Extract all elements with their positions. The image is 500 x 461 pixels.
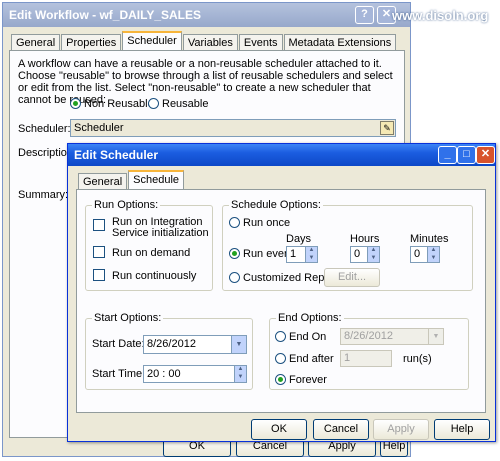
end-on-radio[interactable]: End On xyxy=(275,331,326,343)
checkbox xyxy=(93,269,105,281)
run-options-group: Run Options: Run on Integration Service i… xyxy=(85,199,213,291)
forever-radio[interactable]: Forever xyxy=(275,374,327,386)
days-stepper[interactable]: 1 ▲ ▼ xyxy=(286,246,318,263)
start-date-label: Start Date: xyxy=(92,338,145,350)
watermark-text: www.disoln.org xyxy=(392,8,489,23)
end-after-label: End after xyxy=(289,353,334,365)
radio-unselected xyxy=(148,98,159,109)
edit-scheduler-titlebar[interactable]: Edit Scheduler xyxy=(68,144,495,166)
end-options-group: End Options: End On 8/26/2012 ▼ End afte… xyxy=(269,312,469,390)
run-continuously-label: Run continuously xyxy=(112,270,197,282)
start-time-stepper[interactable]: 20 : 00 ▲ ▼ xyxy=(143,365,247,383)
radio-selected xyxy=(229,248,240,259)
minutes-label: Minutes xyxy=(410,233,449,245)
radio-selected xyxy=(275,374,286,385)
cancel-button[interactable]: Cancel xyxy=(313,419,369,440)
chevron-down-icon[interactable]: ▼ xyxy=(231,336,246,353)
minutes-stepper[interactable]: 0 ▲ ▼ xyxy=(410,246,440,263)
run-on-demand-checkbox[interactable] xyxy=(93,246,105,261)
tab-metadata-extensions[interactable]: Metadata Extensions xyxy=(283,34,397,50)
start-options-group: Start Options: Start Date: 8/26/2012 ▼ S… xyxy=(85,312,253,390)
radio-unselected xyxy=(275,353,286,364)
checkbox xyxy=(93,219,105,231)
tab-general[interactable]: General xyxy=(78,173,128,189)
tab-events[interactable]: Events xyxy=(238,34,283,50)
reusable-label: Reusable xyxy=(162,98,209,110)
scheduler-field[interactable]: Scheduler xyxy=(70,119,396,137)
end-options-title: End Options: xyxy=(276,312,344,324)
help-icon[interactable]: ? xyxy=(355,6,374,24)
tab-schedule[interactable]: Schedule xyxy=(128,170,185,189)
help-button[interactable]: Help xyxy=(434,419,490,440)
radio-unselected xyxy=(229,272,240,283)
radio-unselected xyxy=(229,217,240,228)
start-time-label: Start Time: xyxy=(92,368,146,380)
run-on-integration-label: Run on Integration Service initialization xyxy=(112,216,209,239)
end-after-runs-field[interactable]: 1 xyxy=(340,350,392,367)
start-date-dropdown[interactable]: 8/26/2012 ▼ xyxy=(143,335,247,354)
run-on-demand-label: Run on demand xyxy=(112,247,191,259)
dialog-title: Edit Scheduler xyxy=(74,148,159,162)
end-after-radio[interactable]: End after xyxy=(275,353,334,365)
non-reusable-label: Non Reusable xyxy=(84,98,154,110)
forever-label: Forever xyxy=(289,374,327,386)
run-once-label: Run once xyxy=(243,217,291,229)
schedule-options-group: Schedule Options: Run once Days Hours Mi… xyxy=(222,199,473,291)
radio-unselected xyxy=(275,331,286,342)
tab-properties[interactable]: Properties xyxy=(61,34,122,50)
close-icon[interactable]: ✕ xyxy=(476,146,495,164)
minimize-icon[interactable]: _ xyxy=(438,146,457,164)
edit-repeat-button[interactable]: Edit... xyxy=(324,268,380,287)
maximize-icon[interactable]: □ xyxy=(457,146,476,164)
window-title: Edit Workflow - wf_DAILY_SALES xyxy=(9,8,202,22)
edit-workflow-titlebar[interactable]: Edit Workflow - wf_DAILY_SALES xyxy=(3,3,410,27)
summary-label: Summary: xyxy=(18,189,69,201)
scheduler-label: Scheduler: xyxy=(18,123,71,135)
tab-general[interactable]: General xyxy=(11,34,61,50)
tab-variables[interactable]: Variables xyxy=(182,34,238,50)
reusable-radio[interactable]: Reusable xyxy=(148,98,208,110)
radio-selected xyxy=(70,98,81,109)
chevron-down-icon[interactable]: ▼ xyxy=(428,329,443,344)
edit-scheduler-icon[interactable]: ✎ xyxy=(380,121,394,135)
run-on-integration-checkbox[interactable] xyxy=(93,219,105,234)
spinner-arrows[interactable]: ▲ ▼ xyxy=(367,247,379,262)
run-continuously-checkbox[interactable] xyxy=(93,269,105,284)
runs-label: run(s) xyxy=(403,353,432,365)
ok-button[interactable]: OK xyxy=(251,419,307,440)
edit-scheduler-dialog: Edit Scheduler _ □ ✕ General Schedule Ru… xyxy=(67,143,496,442)
spinner-arrows[interactable]: ▲ ▼ xyxy=(305,247,317,262)
schedule-options-title: Schedule Options: xyxy=(229,199,323,211)
schedule-tab-panel: Run Options: Run on Integration Service i… xyxy=(76,189,486,413)
checkbox xyxy=(93,246,105,258)
apply-button[interactable]: Apply xyxy=(373,419,429,440)
run-every-radio[interactable]: Run every xyxy=(229,248,293,260)
days-label: Days xyxy=(286,233,312,245)
hours-label: Hours xyxy=(350,233,380,245)
spinner-arrows[interactable]: ▲ ▼ xyxy=(234,366,246,382)
start-options-title: Start Options: xyxy=(92,312,164,324)
run-options-title: Run Options: xyxy=(92,199,161,211)
hours-stepper[interactable]: 0 ▲ ▼ xyxy=(350,246,380,263)
spinner-arrows[interactable]: ▲ ▼ xyxy=(427,247,439,262)
end-on-label: End On xyxy=(289,331,327,343)
tab-scheduler[interactable]: Scheduler xyxy=(122,31,182,50)
end-on-date-dropdown[interactable]: 8/26/2012 ▼ xyxy=(340,328,444,345)
run-once-radio[interactable]: Run once xyxy=(229,217,290,229)
non-reusable-radio[interactable]: Non Reusable xyxy=(70,98,154,110)
